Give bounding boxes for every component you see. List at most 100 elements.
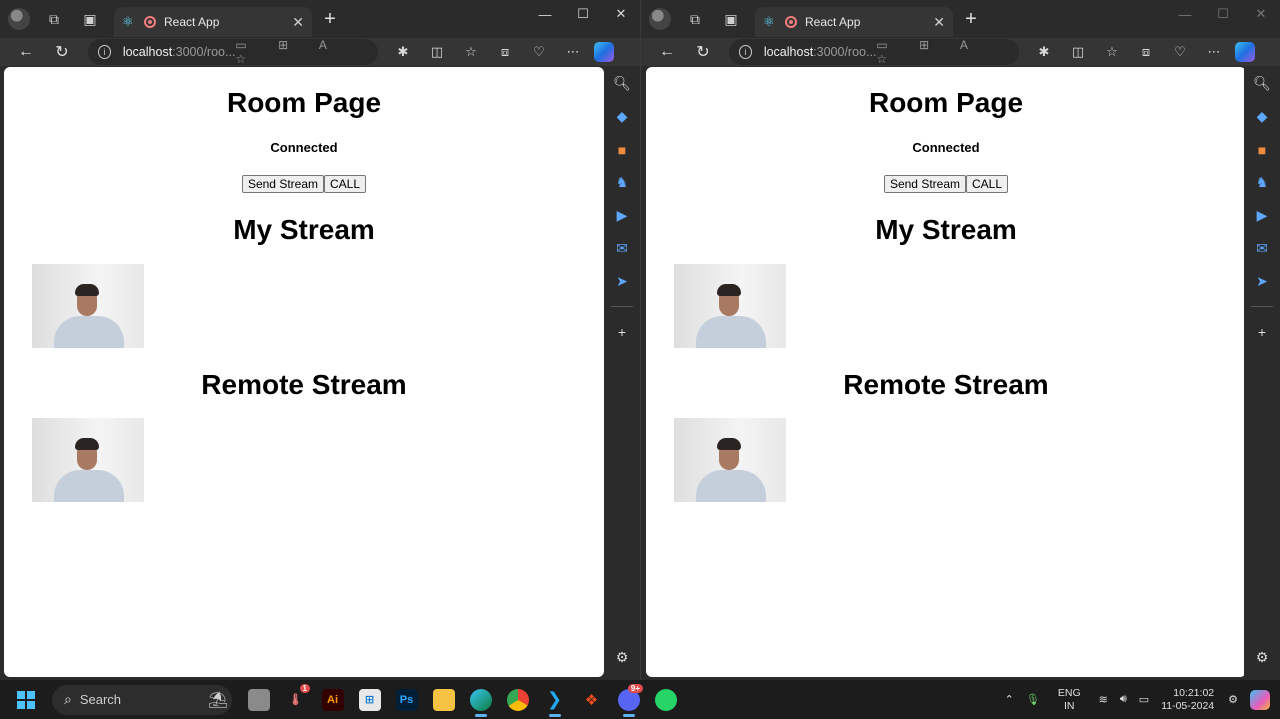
new-tab-button[interactable]: + (953, 8, 989, 31)
tools-briefcase-icon[interactable]: ■ (618, 133, 626, 166)
close-window-icon[interactable]: ✕ (602, 0, 640, 28)
minimize-icon[interactable]: — (1166, 0, 1204, 28)
performance-icon[interactable]: ♡ (522, 44, 556, 60)
tab-title: React App (805, 15, 861, 29)
tab-actions-icon[interactable]: ▣ (72, 0, 108, 38)
close-tab-icon[interactable]: ✕ (292, 14, 304, 31)
taskbar-search[interactable]: ⌕ Search ⛱ (52, 684, 232, 715)
notification-bell-icon[interactable]: ⚙ (1228, 693, 1238, 706)
toolbar-actions: ✱ ◫ ☆ ⧈ ♡ ⋯ (386, 44, 590, 60)
workspaces-icon[interactable]: ⧉ (36, 0, 72, 38)
address-actions[interactable]: ▭ ⊞ A ☆ (235, 38, 368, 66)
add-icon[interactable]: + (618, 315, 626, 348)
extensions-icon[interactable]: ✱ (1027, 44, 1061, 60)
microphone-icon[interactable]: 🎙︎ (1026, 693, 1040, 706)
address-bar[interactable]: i localhost:3000/roo... ▭ ⊞ A ☆ (729, 38, 1019, 66)
favorites-icon[interactable]: ☆ (454, 44, 488, 60)
page-title: Room Page (868, 87, 1024, 118)
office-icon[interactable]: ▶ (1257, 199, 1268, 232)
battery-icon[interactable]: ▭ (1139, 693, 1149, 706)
search-icon[interactable]: 🔍︎ (1253, 67, 1271, 100)
tab-bar: ⧉ ▣ ⚛ React App ✕ + — ☐ ✕ (0, 0, 640, 38)
address-bar[interactable]: i localhost:3000/roo... ▭ ⊞ A ☆ (88, 38, 378, 66)
close-window-icon[interactable]: ✕ (1242, 0, 1280, 28)
minimize-icon[interactable]: — (526, 0, 564, 28)
task-view-icon[interactable] (240, 680, 277, 719)
address-actions[interactable]: ▭ ⊞ A ☆ (876, 38, 1009, 66)
new-tab-button[interactable]: + (312, 8, 348, 31)
search-icon[interactable]: 🔍︎ (613, 67, 631, 100)
discord-icon[interactable]: 9+ (610, 680, 647, 719)
start-button[interactable] (0, 680, 52, 719)
telegram-icon[interactable]: ➤ (1256, 265, 1268, 298)
my-stream-video (32, 264, 144, 348)
language-indicator[interactable]: ENG IN (1058, 687, 1081, 713)
volume-icon[interactable]: 🔊︎ (1120, 693, 1127, 706)
games-icon[interactable]: ♞ (1256, 166, 1269, 199)
info-icon[interactable]: i (739, 45, 752, 59)
vscode-icon[interactable]: ❯ (536, 680, 573, 719)
back-icon[interactable]: ← (8, 43, 44, 61)
shopping-tag-icon[interactable]: ◆ (1257, 100, 1268, 133)
more-menu-icon[interactable]: ⋯ (556, 44, 590, 60)
address-host: localhost (122, 45, 173, 59)
copilot-icon[interactable] (594, 42, 614, 62)
tab-react-app[interactable]: ⚛ React App ✕ (114, 7, 312, 37)
video-person (714, 284, 744, 320)
more-menu-icon[interactable]: ⋯ (1197, 44, 1231, 60)
maximize-icon[interactable]: ☐ (1204, 0, 1242, 28)
profile-avatar[interactable] (8, 8, 30, 30)
whatsapp-icon[interactable] (647, 680, 684, 719)
connection-status: Connected (270, 140, 338, 155)
tools-briefcase-icon[interactable]: ■ (1258, 133, 1266, 166)
extensions-icon[interactable]: ✱ (386, 44, 420, 60)
settings-gear-icon[interactable]: ⚙ (1256, 641, 1269, 674)
send-stream-button[interactable]: Send Stream (241, 175, 324, 193)
profile-avatar[interactable] (649, 8, 671, 30)
illustrator-icon[interactable]: Ai (314, 680, 351, 719)
call-button[interactable]: CALL (966, 175, 1009, 193)
photoshop-icon[interactable]: Ps (388, 680, 425, 719)
collections-icon[interactable]: ⧈ (1129, 44, 1163, 60)
maximize-icon[interactable]: ☐ (564, 0, 602, 28)
close-tab-icon[interactable]: ✕ (933, 14, 945, 31)
wifi-icon[interactable]: ≋ (1099, 693, 1108, 706)
shopping-tag-icon[interactable]: ◆ (617, 100, 628, 133)
office-icon[interactable]: ▶ (617, 199, 628, 232)
workspaces-icon[interactable]: ⧉ (677, 0, 713, 38)
copilot-tray-icon[interactable] (1250, 689, 1270, 710)
tab-react-app[interactable]: ⚛ React App ✕ (755, 7, 953, 37)
copilot-icon[interactable] (1235, 42, 1255, 62)
tab-bar: ⧉ ▣ ⚛ React App ✕ + — ☐ ✕ (641, 0, 1280, 38)
chevron-up-icon[interactable]: ⌃ (1005, 693, 1014, 706)
clock[interactable]: 10:21:02 11-05-2024 (1161, 687, 1214, 713)
split-screen-icon[interactable]: ◫ (420, 44, 454, 60)
outlook-icon[interactable]: ✉ (1256, 232, 1268, 265)
edge-sidebar: 🔍︎ ◆ ■ ♞ ▶ ✉ ➤ + ⚙ (604, 67, 640, 680)
chrome-icon[interactable] (499, 680, 536, 719)
tab-actions-icon[interactable]: ▣ (713, 0, 749, 38)
file-explorer-icon[interactable] (425, 680, 462, 719)
remote-stream-heading: Remote Stream (843, 369, 1049, 400)
outlook-icon[interactable]: ✉ (616, 232, 628, 265)
collections-icon[interactable]: ⧈ (488, 44, 522, 60)
widgets-icon[interactable]: 🌡 1 (277, 680, 314, 719)
browser-window-right: ⧉ ▣ ⚛ React App ✕ + — ☐ ✕ ← ↻ i localhos… (640, 0, 1280, 680)
back-icon[interactable]: ← (649, 43, 685, 61)
split-screen-icon[interactable]: ◫ (1061, 44, 1095, 60)
microsoft-store-icon[interactable]: ⊞ (351, 680, 388, 719)
info-icon[interactable]: i (98, 45, 111, 59)
send-stream-button[interactable]: Send Stream (883, 175, 966, 193)
add-icon[interactable]: + (1258, 315, 1266, 348)
settings-gear-icon[interactable]: ⚙ (616, 641, 629, 674)
telegram-icon[interactable]: ➤ (616, 265, 628, 298)
divider (611, 306, 633, 307)
refresh-icon[interactable]: ↻ (44, 42, 80, 62)
refresh-icon[interactable]: ↻ (685, 42, 721, 62)
performance-icon[interactable]: ♡ (1163, 44, 1197, 60)
games-icon[interactable]: ♞ (616, 166, 629, 199)
edge-browser-icon[interactable] (462, 680, 499, 719)
call-button[interactable]: CALL (324, 175, 367, 193)
favorites-icon[interactable]: ☆ (1095, 44, 1129, 60)
figma-icon[interactable]: ❖ (573, 680, 610, 719)
